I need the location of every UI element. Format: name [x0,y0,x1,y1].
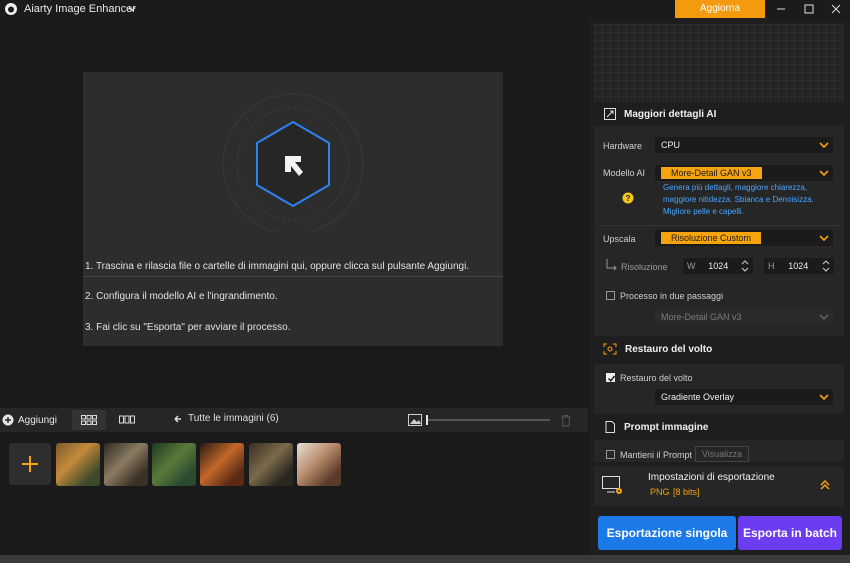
face-restore-checkbox[interactable] [606,373,616,382]
stepper-icon[interactable] [741,260,749,272]
thumbnail-burger[interactable] [200,443,244,486]
step-3-text: 3. Fai clic su "Esporta" per avviare il … [85,322,291,333]
large-view-icon [119,415,135,424]
face-model-select[interactable]: Gradiente Overlay [655,389,833,405]
app-logo-icon [5,3,17,15]
chevron-down-icon [819,394,829,401]
chevron-double-up-icon[interactable] [819,479,831,491]
chevron-down-icon [819,170,829,177]
divider [83,276,503,277]
export-batch-button[interactable]: Esporta in batch [738,516,842,550]
chevron-down-icon [819,314,829,320]
thumbnail-forest-figure[interactable] [152,443,196,486]
model-label: Modello AI [603,168,646,178]
height-value: 1024 [788,261,809,271]
grid-view-button[interactable] [72,410,106,430]
export-format: PNG [650,487,670,497]
hexagon-add-icon [222,93,364,232]
app-title: Aiarty Image Enhancer [24,3,136,15]
maximize-icon [804,4,814,14]
large-view-button[interactable] [110,410,144,430]
width-prefix: W [687,261,696,271]
view-prompt-button[interactable]: Visualizza [695,446,749,462]
enhance-icon [604,108,616,120]
maximize-button[interactable] [795,0,823,18]
close-icon [831,4,841,14]
thumbnail-armored-figure[interactable] [249,443,293,486]
horizontal-scrollbar[interactable] [0,555,850,563]
help-icon[interactable]: ? [622,192,634,204]
arrow-left-icon [174,414,181,423]
face-model-value: Gradiente Overlay [661,392,735,402]
all-images-label: Tutte le immagini (6) [188,413,279,424]
add-button[interactable]: Aggiungi [0,408,70,432]
minimize-button[interactable] [767,0,795,18]
chevron-down-icon [819,142,829,149]
grid-view-icon [81,415,97,425]
export-bits: [8 bits] [673,487,700,497]
ai-details-title: Maggiori dettagli AI [624,108,717,120]
upscale-value: Risoluzione Custom [661,232,762,244]
step-2-text: 2. Configura il modello AI e l'ingrandim… [85,291,278,302]
model-value: More-Detail GAN v3 [661,167,762,179]
chevron-down-icon [819,235,829,242]
two-pass-model-value: More-Detail GAN v3 [661,312,742,322]
trash-icon[interactable] [560,414,572,427]
keep-prompt-checkbox[interactable] [606,450,615,459]
minimize-icon [777,8,785,10]
two-pass-label: Processo in due passaggi [620,291,724,301]
plus-circle-icon [2,414,14,426]
ai-details-header: Maggiori dettagli AI [594,104,844,124]
model-select[interactable]: More-Detail GAN v3 [655,165,833,181]
face-scan-icon [603,343,617,355]
height-input[interactable]: H 1024 [764,258,834,274]
width-value: 1024 [708,261,729,271]
thumbnail-tiger[interactable] [56,443,100,486]
width-input[interactable]: W 1024 [683,258,753,274]
keep-prompt-label: Mantieni il Prompt [620,450,693,460]
chevron-down-icon[interactable] [126,3,138,15]
thumbnail-size-slider[interactable] [426,419,550,421]
face-restore-label: Restauro del volto [620,373,693,383]
upscale-label: Upscala [603,234,636,244]
resolution-label: Risoluzione [621,262,668,272]
prompt-header: Prompt immagine [594,417,844,437]
face-restore-title: Restauro del volto [625,343,713,355]
hardware-value: CPU [661,140,681,150]
divider [598,225,840,226]
export-settings-title: Impostazioni di esportazione [648,472,775,483]
stepper-icon[interactable] [822,260,830,272]
link-arrow-icon [606,259,617,271]
two-pass-model-select[interactable]: More-Detail GAN v3 [655,309,833,325]
preview-area [594,24,844,102]
hardware-select[interactable]: CPU [655,137,833,153]
two-pass-checkbox[interactable] [606,291,615,300]
document-icon [605,421,615,433]
thumbnail-butterfly[interactable] [104,443,148,486]
upscale-select[interactable]: Risoluzione Custom [655,230,833,246]
add-label: Aggiungi [18,414,57,426]
height-prefix: H [768,261,775,271]
plus-icon [22,456,38,472]
prompt-title: Prompt immagine [624,421,709,433]
monitor-settings-icon [602,476,622,494]
face-restore-header: Restauro del volto [594,339,844,359]
update-available-button[interactable]: Aggiorna disponibile [675,0,765,32]
drop-zone[interactable] [83,72,503,346]
add-image-tile[interactable] [9,443,51,485]
step-1-text: 1. Trascina e rilascia file o cartelle d… [85,261,470,272]
check-icon [607,375,616,382]
close-button[interactable] [822,0,850,18]
image-size-icon [408,414,422,426]
slider-handle[interactable] [426,415,428,425]
hardware-label: Hardware [603,141,643,151]
all-images-filter[interactable]: Tutte le immagini (6) [172,413,279,424]
thumbnail-portrait[interactable] [297,443,341,486]
export-single-button[interactable]: Esportazione singola [598,516,736,550]
model-description: Genera più dettagli, maggiore chiarezza,… [663,183,814,216]
svg-text:?: ? [626,194,631,203]
